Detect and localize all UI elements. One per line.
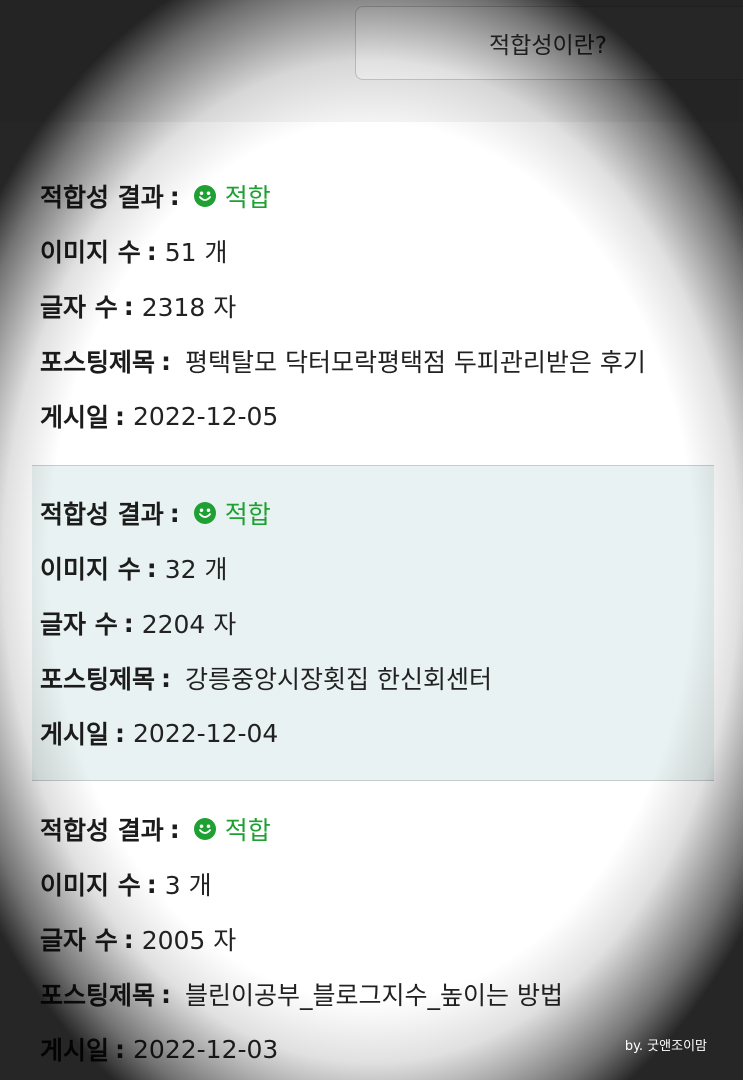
header-band: 적합성이란? [0, 0, 743, 122]
image-count-colon: : [146, 553, 157, 583]
image-count-row: 이미지 수 : 32 개 [40, 550, 227, 586]
page: 적합성이란? 적합성 결과 : 적합 이미지 수: 51 개 글자 수: 2… [0, 0, 743, 1080]
post-date-colon: : [115, 1034, 126, 1064]
post-title-colon: : [161, 663, 172, 693]
post-title-row: 포스팅제목 : 블린이공부_블로그지수_높이는 방법 [40, 976, 563, 1012]
smile-icon [193, 818, 216, 840]
post-title-row: 포스팅제목 : 평택탈모 닥터모락평택점 두피관리받은 후기 [40, 343, 646, 379]
char-count-row: 글자 수 : 2005 자 [40, 921, 236, 957]
image-count-value: 32 개 [164, 555, 228, 584]
char-count-value: 2204 자 [141, 610, 237, 639]
result-entry: 적합성 결과 : 적합 이미지 수 : 3 개 글자 수: 2005 자 포스… [32, 781, 714, 1080]
post-title-value[interactable]: 평택탈모 닥터모락평택점 두피관리받은 후기 [185, 343, 646, 379]
smile-icon [193, 185, 216, 207]
what-is-suitability-label: 적합성이란? [489, 33, 608, 59]
image-count-colon: : [146, 236, 157, 266]
post-title-label: 포스팅제목 [40, 665, 156, 694]
result-entry: 적합성 결과 : 적합 이미지 수 : 32 개 글자 수: 2204 자 포… [32, 465, 714, 781]
char-count-value: 2005 자 [141, 926, 237, 955]
image-count-label: 이미지 수 [40, 555, 141, 584]
post-date-value: 2022-12-04 [133, 718, 279, 748]
watermark: by. 굿앤조이맘 [624, 1039, 707, 1054]
post-title-value[interactable]: 블린이공부_블로그지수_높이는 방법 [185, 976, 563, 1012]
post-title-colon: : [161, 979, 172, 1009]
post-date-value: 2022-12-05 [133, 401, 279, 431]
result-value: 적합 [224, 816, 271, 845]
char-count-colon: : [123, 608, 134, 638]
smile-icon [193, 502, 216, 524]
image-count-row: 이미지 수 : 3 개 [40, 866, 212, 902]
status-badge: 적합 [193, 495, 271, 531]
char-count-value: 2318 자 [141, 293, 237, 322]
post-date-label: 게시일 [40, 1036, 110, 1065]
post-date-row: 게시일 : 2022-12-03 [40, 1031, 278, 1067]
result-row: 적합성 결과 : 적합 [40, 178, 271, 214]
result-row: 적합성 결과 : 적합 [40, 811, 271, 847]
post-date-label: 게시일 [40, 720, 110, 749]
post-title-colon: : [161, 346, 172, 376]
char-count-label: 글자 수 [40, 926, 118, 955]
image-count-value: 3 개 [164, 871, 212, 900]
status-badge: 적합 [193, 178, 271, 214]
post-title-label: 포스팅제목 [40, 981, 156, 1010]
post-date-value: 2022-12-03 [133, 1034, 279, 1064]
post-date-colon: : [115, 401, 126, 431]
char-count-colon: : [123, 291, 134, 321]
post-date-label: 게시일 [40, 403, 110, 432]
result-colon: : [169, 498, 180, 528]
result-colon: : [169, 181, 180, 211]
image-count-label: 이미지 수 [40, 238, 141, 267]
result-value: 적합 [224, 500, 271, 529]
image-count-colon: : [146, 869, 157, 899]
result-label: 적합성 결과 [40, 500, 164, 529]
image-count-value: 51 개 [164, 238, 228, 267]
image-count-label: 이미지 수 [40, 871, 141, 900]
result-row: 적합성 결과 : 적합 [40, 495, 271, 531]
char-count-row: 글자 수 : 2204 자 [40, 605, 236, 641]
post-title-value[interactable]: 강릉중앙시장횟집 한신회센터 [185, 660, 492, 696]
char-count-label: 글자 수 [40, 293, 118, 322]
post-title-label: 포스팅제목 [40, 348, 156, 377]
char-count-colon: : [123, 924, 134, 954]
what-is-suitability-button[interactable]: 적합성이란? [355, 6, 743, 80]
result-value: 적합 [224, 183, 271, 212]
result-colon: : [169, 814, 180, 844]
post-title-row: 포스팅제목 : 강릉중앙시장횟집 한신회센터 [40, 660, 492, 696]
status-badge: 적합 [193, 811, 271, 847]
result-label: 적합성 결과 [40, 183, 164, 212]
post-date-colon: : [115, 718, 126, 748]
image-count-row: 이미지 수 : 51 개 [40, 233, 227, 269]
result-entry: 적합성 결과 : 적합 이미지 수 : 51 개 글자 수: 2318 자 포… [32, 122, 714, 465]
result-label: 적합성 결과 [40, 816, 164, 845]
char-count-row: 글자 수 : 2318 자 [40, 288, 236, 324]
char-count-label: 글자 수 [40, 610, 118, 639]
post-date-row: 게시일 : 2022-12-05 [40, 398, 278, 434]
post-date-row: 게시일 : 2022-12-04 [40, 715, 278, 751]
